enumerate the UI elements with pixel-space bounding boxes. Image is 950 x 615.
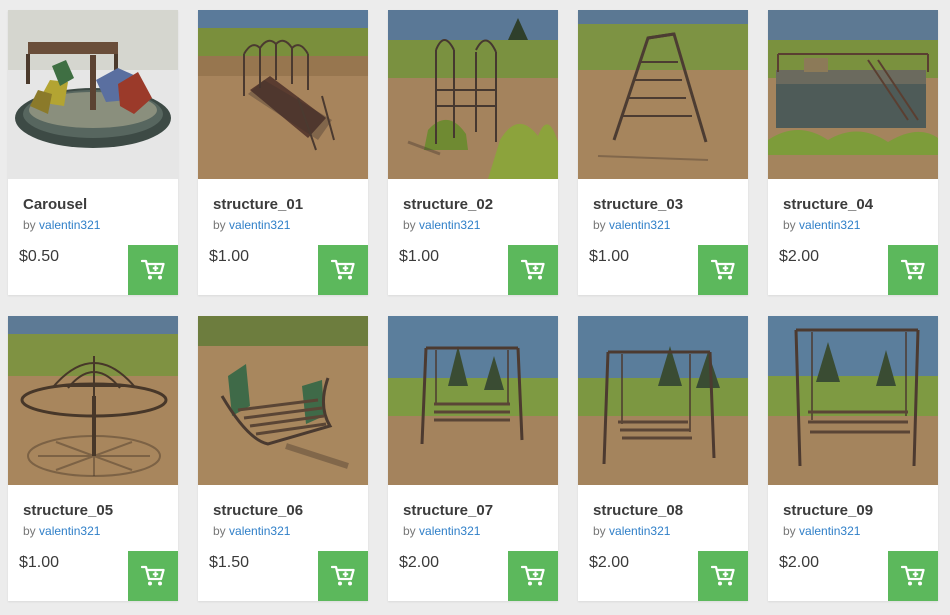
product-card: structure_08 by valentin321 $2.00 — [578, 316, 748, 601]
author-prefix: by — [403, 524, 416, 538]
product-author: by valentin321 — [213, 524, 290, 538]
product-card: Carousel by valentin321 $0.50 — [8, 10, 178, 295]
product-price: $2.00 — [399, 554, 440, 571]
product-card: structure_07 by valentin321 $2.00 — [388, 316, 558, 601]
author-link[interactable]: valentin321 — [799, 218, 860, 232]
product-price: $1.00 — [209, 248, 250, 265]
product-author: by valentin321 — [593, 524, 670, 538]
product-title[interactable]: structure_07 — [403, 502, 493, 519]
add-to-cart-button[interactable] — [508, 245, 558, 295]
add-to-cart-icon — [711, 565, 735, 586]
author-link[interactable]: valentin321 — [229, 218, 290, 232]
add-to-cart-button[interactable] — [318, 245, 368, 295]
product-price: $2.00 — [779, 248, 820, 265]
product-title[interactable]: structure_01 — [213, 196, 303, 213]
product-price: $1.00 — [19, 554, 60, 571]
product-author: by valentin321 — [23, 524, 100, 538]
author-link[interactable]: valentin321 — [419, 524, 480, 538]
add-to-cart-icon — [331, 259, 355, 280]
product-title[interactable]: Carousel — [23, 196, 87, 213]
author-prefix: by — [593, 524, 606, 538]
add-to-cart-button[interactable] — [698, 551, 748, 601]
product-title[interactable]: structure_02 — [403, 196, 493, 213]
product-thumbnail[interactable] — [388, 316, 558, 485]
product-thumbnail[interactable] — [8, 10, 178, 179]
product-card: structure_03 by valentin321 $1.00 — [578, 10, 748, 295]
product-card: structure_01 by valentin321 $1.00 — [198, 10, 368, 295]
author-prefix: by — [23, 218, 36, 232]
author-prefix: by — [403, 218, 416, 232]
product-thumbnail[interactable] — [198, 10, 368, 179]
product-title[interactable]: structure_08 — [593, 502, 683, 519]
add-to-cart-icon — [141, 259, 165, 280]
product-thumbnail[interactable] — [768, 316, 938, 485]
product-card: structure_09 by valentin321 $2.00 — [768, 316, 938, 601]
product-price: $2.00 — [589, 554, 630, 571]
add-to-cart-icon — [521, 565, 545, 586]
product-author: by valentin321 — [213, 218, 290, 232]
add-to-cart-icon — [521, 259, 545, 280]
product-title[interactable]: structure_09 — [783, 502, 873, 519]
author-prefix: by — [593, 218, 606, 232]
add-to-cart-button[interactable] — [128, 551, 178, 601]
product-price: $1.00 — [399, 248, 440, 265]
product-card: structure_06 by valentin321 $1.50 — [198, 316, 368, 601]
author-link[interactable]: valentin321 — [229, 524, 290, 538]
add-to-cart-button[interactable] — [698, 245, 748, 295]
add-to-cart-button[interactable] — [888, 551, 938, 601]
product-title[interactable]: structure_03 — [593, 196, 683, 213]
author-link[interactable]: valentin321 — [609, 524, 670, 538]
author-link[interactable]: valentin321 — [419, 218, 480, 232]
author-link[interactable]: valentin321 — [39, 524, 100, 538]
product-thumbnail[interactable] — [388, 10, 558, 179]
add-to-cart-button[interactable] — [128, 245, 178, 295]
product-author: by valentin321 — [783, 218, 860, 232]
author-link[interactable]: valentin321 — [799, 524, 860, 538]
author-prefix: by — [213, 524, 226, 538]
product-price: $0.50 — [19, 248, 60, 265]
author-prefix: by — [783, 524, 796, 538]
author-link[interactable]: valentin321 — [39, 218, 100, 232]
product-title[interactable]: structure_06 — [213, 502, 303, 519]
product-thumbnail[interactable] — [198, 316, 368, 485]
author-prefix: by — [23, 524, 36, 538]
add-to-cart-icon — [901, 565, 925, 586]
product-thumbnail[interactable] — [768, 10, 938, 179]
product-thumbnail[interactable] — [8, 316, 178, 485]
add-to-cart-button[interactable] — [888, 245, 938, 295]
add-to-cart-icon — [331, 565, 355, 586]
product-author: by valentin321 — [783, 524, 860, 538]
product-price: $2.00 — [779, 554, 820, 571]
author-prefix: by — [783, 218, 796, 232]
product-author: by valentin321 — [593, 218, 670, 232]
product-price: $1.00 — [589, 248, 630, 265]
product-thumbnail[interactable] — [578, 10, 748, 179]
add-to-cart-icon — [141, 565, 165, 586]
product-title[interactable]: structure_04 — [783, 196, 873, 213]
product-author: by valentin321 — [403, 524, 480, 538]
product-card: structure_04 by valentin321 $2.00 — [768, 10, 938, 295]
product-price: $1.50 — [209, 554, 250, 571]
add-to-cart-icon — [711, 259, 735, 280]
product-thumbnail[interactable] — [578, 316, 748, 485]
product-card: structure_02 by valentin321 $1.00 — [388, 10, 558, 295]
add-to-cart-icon — [901, 259, 925, 280]
product-title[interactable]: structure_05 — [23, 502, 113, 519]
product-author: by valentin321 — [403, 218, 480, 232]
add-to-cart-button[interactable] — [318, 551, 368, 601]
author-prefix: by — [213, 218, 226, 232]
product-author: by valentin321 — [23, 218, 100, 232]
author-link[interactable]: valentin321 — [609, 218, 670, 232]
add-to-cart-button[interactable] — [508, 551, 558, 601]
product-card: structure_05 by valentin321 $1.00 — [8, 316, 178, 601]
